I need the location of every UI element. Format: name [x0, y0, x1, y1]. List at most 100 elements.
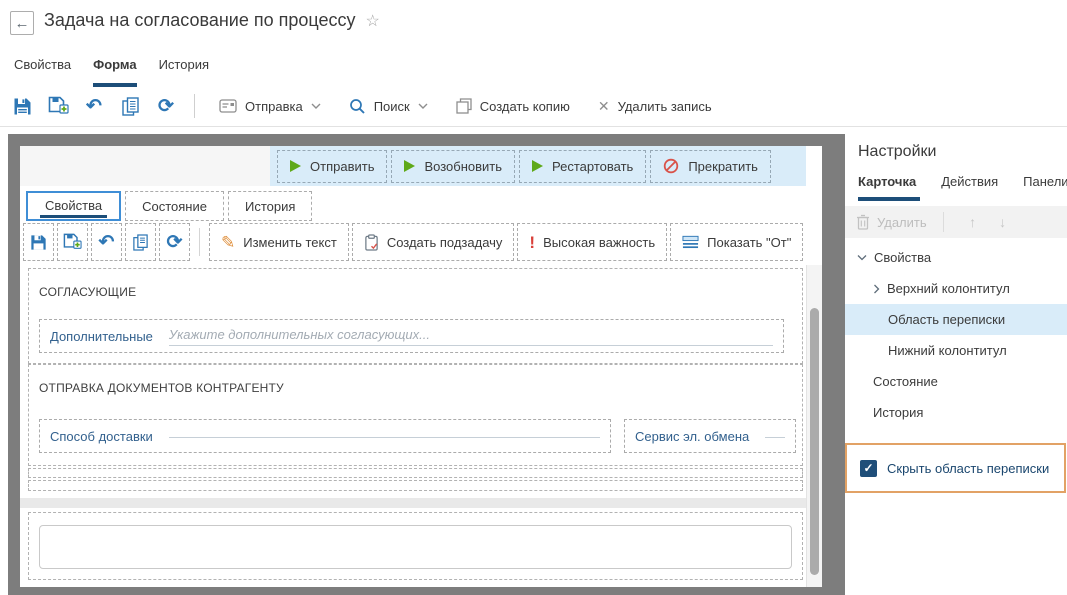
delete-element-button-disabled[interactable]: Удалить: [856, 214, 927, 230]
tab-history[interactable]: История: [159, 57, 209, 87]
correspondence-area-placeholder[interactable]: [28, 512, 803, 580]
save-and-create-button[interactable]: [40, 90, 76, 122]
delete-element-label: Удалить: [877, 215, 927, 230]
correspondence-textbox[interactable]: [39, 525, 792, 569]
preview-scrollbar-thumb[interactable]: [810, 308, 819, 575]
preview-tab-properties[interactable]: Свойства: [26, 191, 121, 221]
send-dropdown[interactable]: Отправка: [205, 90, 335, 122]
preview-save-and-create-button[interactable]: [57, 223, 88, 261]
form-preview-canvas: Отправить Возобновить Рестартовать Прекр…: [20, 146, 822, 587]
tab-form[interactable]: Форма: [93, 57, 136, 87]
settings-title: Настройки: [858, 143, 936, 161]
undo-button[interactable]: ↶: [76, 90, 112, 122]
chevron-down-icon: [418, 103, 428, 109]
section-approvers-title: СОГЛАСУЮЩИЕ: [39, 285, 136, 299]
tree-item-history[interactable]: История: [845, 397, 1067, 428]
field-underline: Укажите дополнительных согласующих...: [169, 327, 773, 346]
hide-correspondence-label: Скрыть область переписки: [887, 461, 1049, 476]
save-and-create-icon: [63, 233, 82, 251]
search-label: Поиск: [374, 99, 410, 114]
preview-scrollbar[interactable]: [806, 265, 822, 587]
designer-frame: Отправить Возобновить Рестартовать Прекр…: [8, 134, 845, 595]
app-window: ← Задача на согласование по процессу ☆ С…: [0, 0, 1067, 595]
create-subtask-label: Создать подзадачу: [387, 235, 503, 250]
settings-tab-panels[interactable]: Панели: [1023, 174, 1067, 189]
preview-tab-history[interactable]: История: [228, 191, 312, 221]
create-copy-button[interactable]: Создать копию: [442, 90, 584, 122]
section-approvers[interactable]: СОГЛАСУЮЩИЕ Дополнительные Укажите допол…: [28, 268, 803, 364]
favorite-star-icon[interactable]: ☆: [365, 11, 379, 31]
tab-properties[interactable]: Свойства: [14, 57, 71, 87]
edit-text-button[interactable]: ✎ Изменить текст: [209, 223, 349, 261]
tree-item-correspondence-area[interactable]: Область переписки: [845, 304, 1067, 335]
back-arrow-icon: ←: [15, 15, 30, 32]
play-icon: [532, 160, 543, 172]
tree-item-bottom-header[interactable]: Нижний колонтитул: [845, 335, 1067, 366]
field-exchange-service[interactable]: Сервис эл. обмена: [624, 419, 796, 453]
play-icon: [290, 160, 301, 172]
field-delivery-method-label: Способ доставки: [50, 429, 153, 444]
check-icon: ✓: [863, 461, 873, 475]
back-button[interactable]: ←: [10, 11, 34, 35]
trash-icon: [856, 214, 870, 230]
play-icon: [404, 160, 415, 172]
preview-toolbar: ↶ ⟳ ✎ Изменить текст Создать подзадачу: [23, 223, 803, 261]
delete-record-button[interactable]: ✕ Удалить запись: [584, 90, 726, 122]
preview-copy-button[interactable]: [125, 223, 156, 261]
main-toolbar: ↶ ⟳ Отправка Поиск Создать копию ✕ Удали…: [4, 88, 726, 124]
chevron-right-icon[interactable]: [873, 284, 880, 294]
toolbar-separator: [0, 126, 1067, 127]
field-underline: [169, 434, 600, 438]
checkbox-checked[interactable]: ✓: [860, 460, 877, 477]
preview-action-row: Отправить Возобновить Рестартовать Прекр…: [20, 146, 806, 186]
save-icon: [13, 97, 32, 116]
copy-icon: [133, 234, 148, 251]
main-tabs: Свойства Форма История: [14, 57, 209, 87]
chevron-down-icon[interactable]: [857, 254, 867, 261]
preview-tab-state-label: Состояние: [142, 199, 207, 214]
high-importance-button[interactable]: ! Высокая важность: [517, 223, 667, 261]
save-icon: [30, 234, 47, 251]
empty-placeholder-row[interactable]: [28, 480, 803, 491]
create-copy-icon: [456, 98, 472, 114]
tree-item-state[interactable]: Состояние: [845, 366, 1067, 397]
field-additional-approvers[interactable]: Дополнительные Укажите дополнительных со…: [39, 319, 784, 353]
refresh-button[interactable]: ⟳: [148, 90, 184, 122]
prohibition-icon: [663, 158, 679, 174]
page-title: Задача на согласование по процессу: [44, 10, 355, 31]
preview-refresh-button[interactable]: ⟳: [159, 223, 190, 261]
preview-undo-button[interactable]: ↶: [91, 223, 122, 261]
abort-task-label: Прекратить: [688, 159, 758, 174]
field-delivery-method[interactable]: Способ доставки: [39, 419, 611, 453]
move-down-button-disabled[interactable]: ↓: [988, 214, 1018, 230]
tree-item-properties-label: Свойства: [874, 250, 931, 265]
show-from-label: Показать "От": [707, 235, 791, 250]
restart-task-button[interactable]: Рестартовать: [519, 150, 646, 183]
show-from-button[interactable]: Показать "От": [670, 223, 803, 261]
empty-placeholder-row[interactable]: [28, 468, 803, 478]
resume-task-button[interactable]: Возобновить: [391, 150, 515, 183]
undo-icon: ↶: [86, 97, 102, 116]
settings-tab-actions[interactable]: Действия: [941, 174, 998, 189]
create-subtask-button[interactable]: Создать подзадачу: [352, 223, 515, 261]
hide-correspondence-checkbox-group[interactable]: ✓ Скрыть область переписки: [845, 443, 1066, 493]
delete-record-label: Удалить запись: [618, 99, 712, 114]
settings-tabs: Карточка Действия Панели: [858, 174, 1067, 189]
tree-item-history-label: История: [873, 405, 923, 420]
tree-item-properties[interactable]: Свойства: [845, 242, 1067, 273]
section-counterparty-docs[interactable]: ОТПРАВКА ДОКУМЕНТОВ КОНТРАГЕНТУ Способ д…: [28, 364, 803, 466]
save-button[interactable]: [4, 90, 40, 122]
tree-item-top-header[interactable]: Верхний колонтитул: [845, 273, 1067, 304]
preview-tab-state[interactable]: Состояние: [125, 191, 224, 221]
abort-task-button[interactable]: Прекратить: [650, 150, 771, 183]
preview-save-button[interactable]: [23, 223, 54, 261]
copy-button[interactable]: [112, 90, 148, 122]
search-dropdown[interactable]: Поиск: [335, 90, 442, 122]
copy-icon: [122, 97, 139, 116]
settings-tab-card[interactable]: Карточка: [858, 174, 916, 189]
send-task-button[interactable]: Отправить: [277, 150, 387, 183]
preview-form-body: СОГЛАСУЮЩИЕ Дополнительные Укажите допол…: [20, 265, 806, 587]
resume-task-label: Возобновить: [424, 159, 502, 174]
pencil-icon: ✎: [221, 234, 235, 251]
move-up-button-disabled[interactable]: ↑: [958, 214, 988, 230]
